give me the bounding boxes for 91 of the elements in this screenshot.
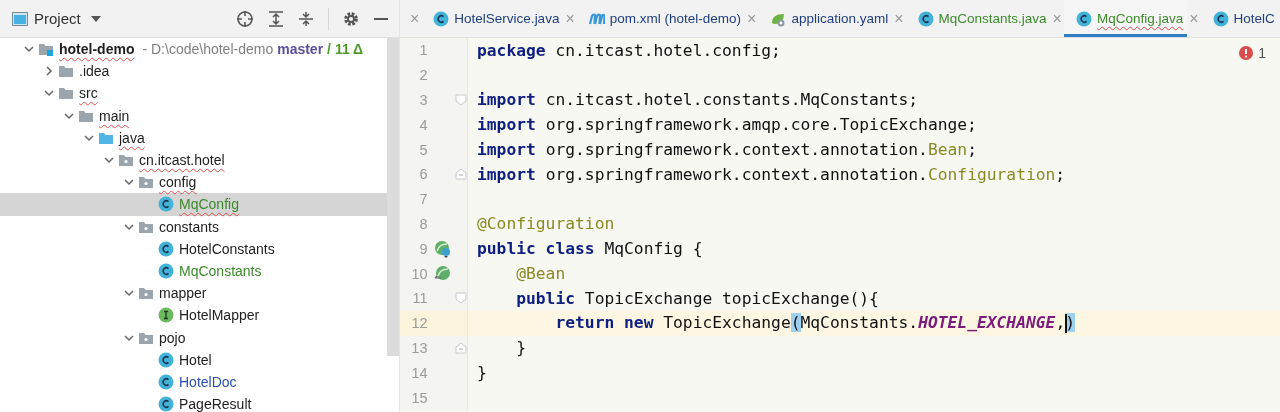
- editor-tab[interactable]: application.yaml: [758, 0, 893, 37]
- chevron-down-icon[interactable]: [24, 44, 34, 55]
- tree-item[interactable]: HotelMapper: [179, 307, 260, 324]
- tree-item[interactable]: java: [119, 129, 145, 146]
- scrollbar[interactable]: [387, 38, 399, 356]
- locate-icon[interactable]: [236, 9, 254, 28]
- tree-item[interactable]: mapper: [159, 285, 207, 302]
- tree-item[interactable]: config: [159, 174, 197, 191]
- class-icon: [158, 373, 174, 390]
- code-line: }: [515, 338, 526, 358]
- tree-item[interactable]: PageResult: [179, 396, 252, 412]
- code-line: public class MqConfig {: [477, 239, 703, 259]
- line-number: 7: [418, 191, 428, 208]
- line-number: 3: [418, 92, 428, 108]
- code-line: @Bean: [515, 264, 566, 284]
- chevron-down-icon[interactable]: [124, 332, 134, 343]
- chevron-down-icon[interactable]: [84, 132, 94, 143]
- folder-icon: [58, 85, 74, 102]
- error-count[interactable]: 1: [1258, 45, 1266, 61]
- class-icon: [158, 262, 174, 279]
- folder-icon: [58, 63, 74, 80]
- panel-title[interactable]: Project: [34, 10, 81, 27]
- tree-item[interactable]: pojo: [159, 329, 186, 346]
- bean-icon[interactable]: [434, 264, 453, 283]
- class-icon: [1212, 10, 1229, 27]
- line-number: 11: [411, 290, 428, 307]
- chevron-right-icon[interactable]: [44, 66, 54, 77]
- tree-item[interactable]: constants: [159, 218, 219, 235]
- line-number: 6: [418, 166, 428, 183]
- class-icon: [158, 240, 174, 257]
- code-line: import cn.itcast.hotel.constants.MqConstants;: [477, 90, 919, 110]
- chevron-down-icon[interactable]: [124, 221, 134, 232]
- project-path: - D:\code\hotel-demo: [142, 41, 274, 58]
- dropdown-icon[interactable]: [90, 15, 101, 22]
- class-icon: [917, 10, 934, 27]
- project-icon: [38, 41, 54, 58]
- line-number: 10: [410, 265, 428, 282]
- line-number: 13: [410, 339, 428, 356]
- chevron-down-icon[interactable]: [44, 88, 54, 99]
- code-line: import org.springframework.context.annotation.Configuration;: [477, 164, 1066, 184]
- tree-item[interactable]: Hotel: [179, 351, 212, 368]
- line-number: 8: [418, 215, 428, 232]
- tree-item[interactable]: cn.itcast.hotel: [139, 152, 225, 169]
- line-number: 12: [410, 315, 428, 332]
- tree-item[interactable]: hotel-demo: [59, 41, 135, 58]
- chevron-down-icon[interactable]: [124, 288, 134, 299]
- package-icon: [118, 152, 134, 169]
- settings-icon[interactable]: [343, 10, 359, 27]
- error-icon[interactable]: [1239, 46, 1254, 60]
- chevron-down-icon[interactable]: [124, 177, 134, 188]
- chevron-down-icon[interactable]: [104, 155, 114, 166]
- editor-tab[interactable]: MqConfig.java: [1063, 0, 1188, 37]
- code-line: }: [477, 363, 487, 383]
- code-line: public TopicExchange topicExchange(){: [515, 288, 879, 308]
- tree-item[interactable]: .idea: [79, 63, 110, 80]
- line-number: 4: [418, 116, 428, 133]
- code-line: @Configuration: [477, 214, 615, 234]
- class-icon: [433, 10, 450, 27]
- bean-icon[interactable]: [434, 239, 453, 258]
- change-count: / 11 Δ: [327, 41, 364, 58]
- code-line: import org.springframework.context.annotation.Bean;: [477, 140, 977, 160]
- expand-all-icon[interactable]: [268, 10, 284, 27]
- class-icon: [1075, 10, 1092, 27]
- tree-item[interactable]: src: [79, 85, 98, 102]
- class-icon: [158, 351, 174, 368]
- editor-tab[interactable]: MqConstants.java: [905, 0, 1051, 37]
- git-branch: master: [277, 41, 324, 58]
- editor-tab[interactable]: HotelC: [1200, 0, 1279, 37]
- panel-icon: [12, 11, 28, 26]
- class-icon: [158, 196, 174, 213]
- line-number: 1: [418, 42, 428, 59]
- collapse-all-icon[interactable]: [298, 10, 314, 27]
- tree-item[interactable]: HotelConstants: [179, 240, 275, 257]
- tree-item[interactable]: HotelDoc: [179, 373, 237, 390]
- code-line: import org.springframework.amqp.core.TopicExchange;: [477, 115, 977, 135]
- line-number: 14: [410, 364, 428, 381]
- code-line: return new TopicExchange(MqConstants.HOTEL_EXCHANGE,): [554, 313, 1075, 333]
- chevron-down-icon[interactable]: [64, 110, 74, 121]
- class-icon: [158, 396, 174, 412]
- interface-icon: [158, 307, 174, 324]
- tree-item[interactable]: MqConstants: [179, 262, 262, 279]
- package-icon: [138, 285, 154, 302]
- editor-tab[interactable]: pom.xml (hotel-demo): [576, 0, 746, 37]
- code-line: package cn.itcast.hotel.config;: [477, 40, 781, 60]
- line-number: 15: [410, 389, 428, 406]
- package-icon: [138, 174, 154, 191]
- line-number: 5: [418, 141, 428, 158]
- tree-item[interactable]: main: [99, 107, 130, 124]
- line-number: 9: [418, 240, 428, 257]
- editor-tab[interactable]: HotelService.java: [421, 0, 564, 37]
- line-number: 2: [418, 67, 428, 84]
